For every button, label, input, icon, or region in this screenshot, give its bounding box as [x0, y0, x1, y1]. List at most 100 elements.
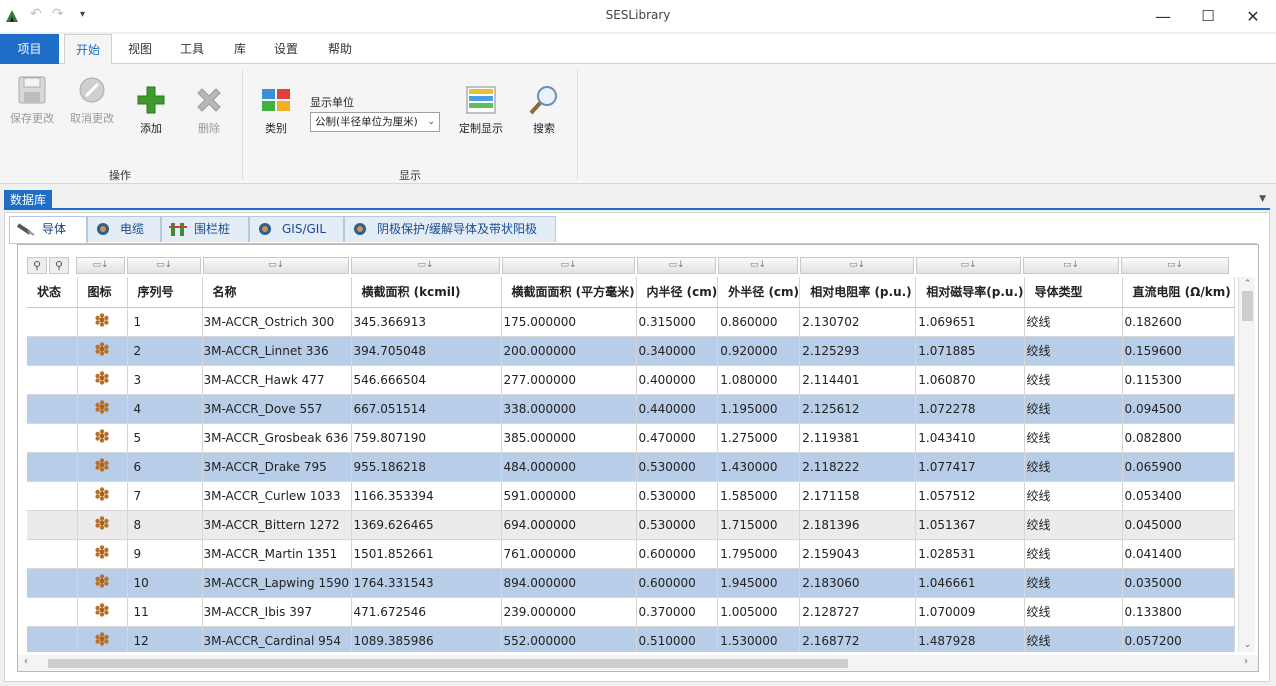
- cell-status[interactable]: [27, 597, 78, 627]
- cell-inner-radius[interactable]: 0.530000: [636, 452, 719, 482]
- cell-cross-section-kcmil[interactable]: 1501.852661: [351, 539, 502, 569]
- cell-relative-permeability[interactable]: 1.072278: [915, 394, 1025, 424]
- category-button[interactable]: 类别: [246, 84, 306, 136]
- cell-icon[interactable]: [77, 510, 128, 540]
- column-header-icon[interactable]: 图标: [77, 277, 128, 308]
- cell-dc-resistance[interactable]: 0.045000: [1122, 510, 1235, 540]
- column-header-name[interactable]: 名称: [202, 277, 352, 308]
- table-row[interactable]: 2 3M-ACCR_Linnet 336 394.705048 200.000000 0…: [27, 336, 1235, 366]
- cell-inner-radius[interactable]: 0.370000: [636, 597, 719, 627]
- cell-cross-section-kcmil[interactable]: 1764.331543: [351, 568, 502, 598]
- cell-cross-section-kcmil[interactable]: 1089.385986: [351, 626, 502, 652]
- table-row[interactable]: 1 3M-ACCR_Ostrich 300 345.366913 175.000000…: [27, 307, 1235, 337]
- table-row[interactable]: 4 3M-ACCR_Dove 557 667.051514 338.000000 0.4…: [27, 394, 1235, 424]
- cell-relative-resistivity[interactable]: 2.114401: [799, 365, 917, 395]
- column-filter-cell[interactable]: ▭↓: [637, 257, 716, 274]
- subtab-cable[interactable]: 电缆: [87, 216, 161, 242]
- cell-outer-radius[interactable]: 1.005000: [717, 597, 801, 627]
- cell-cross-section-mm2[interactable]: 175.000000: [501, 307, 637, 337]
- cell-outer-radius[interactable]: 1.530000: [717, 626, 801, 652]
- cell-inner-radius[interactable]: 0.530000: [636, 481, 719, 511]
- cell-name[interactable]: 3M-ACCR_Cardinal 954: [202, 626, 352, 652]
- cell-name[interactable]: 3M-ACCR_Grosbeak 636: [202, 423, 352, 453]
- cell-icon[interactable]: [77, 539, 128, 569]
- table-row[interactable]: 5 3M-ACCR_Grosbeak 636 759.807190 385.00000…: [27, 423, 1235, 453]
- cell-name[interactable]: 3M-ACCR_Curlew 1033: [202, 481, 352, 511]
- cell-status[interactable]: [27, 307, 78, 337]
- cell-conductor-type[interactable]: 绞线: [1024, 423, 1123, 453]
- cell-cross-section-kcmil[interactable]: 759.807190: [351, 423, 502, 453]
- cell-relative-resistivity[interactable]: 2.171158: [799, 481, 917, 511]
- cell-outer-radius[interactable]: 0.920000: [717, 336, 801, 366]
- cell-icon[interactable]: [77, 336, 128, 366]
- cell-name[interactable]: 3M-ACCR_Hawk 477: [202, 365, 352, 395]
- column-header-relative-resistivity[interactable]: 相对电阻率 (p.u.): [799, 277, 917, 308]
- cell-icon[interactable]: [77, 394, 128, 424]
- cell-cross-section-mm2[interactable]: 338.000000: [501, 394, 637, 424]
- cell-relative-resistivity[interactable]: 2.118222: [799, 452, 917, 482]
- cell-status[interactable]: [27, 539, 78, 569]
- cell-name[interactable]: 3M-ACCR_Martin 1351: [202, 539, 352, 569]
- cell-cross-section-kcmil[interactable]: 394.705048: [351, 336, 502, 366]
- cell-status[interactable]: [27, 510, 78, 540]
- delete-button[interactable]: 删除: [179, 84, 239, 136]
- cell-cross-section-mm2[interactable]: 894.000000: [501, 568, 637, 598]
- cell-relative-permeability[interactable]: 1.028531: [915, 539, 1025, 569]
- cell-cross-section-mm2[interactable]: 277.000000: [501, 365, 637, 395]
- cell-serial[interactable]: 5: [127, 423, 203, 453]
- cell-relative-resistivity[interactable]: 2.181396: [799, 510, 917, 540]
- table-row[interactable]: 8 3M-ACCR_Bittern 1272 1369.626465 694.0000…: [27, 510, 1235, 540]
- cell-name[interactable]: 3M-ACCR_Bittern 1272: [202, 510, 352, 540]
- cell-inner-radius[interactable]: 0.530000: [636, 510, 719, 540]
- scroll-down-icon[interactable]: ⌄: [1239, 640, 1256, 650]
- cell-outer-radius[interactable]: 1.585000: [717, 481, 801, 511]
- cell-conductor-type[interactable]: 绞线: [1024, 307, 1123, 337]
- add-button[interactable]: 添加: [121, 84, 181, 136]
- cell-name[interactable]: 3M-ACCR_Dove 557: [202, 394, 352, 424]
- cell-outer-radius[interactable]: 1.430000: [717, 452, 801, 482]
- column-filter-cell[interactable]: ▭↓: [76, 257, 125, 274]
- cell-status[interactable]: [27, 452, 78, 482]
- minimize-button[interactable]: —: [1140, 0, 1186, 32]
- cell-relative-permeability[interactable]: 1.046661: [915, 568, 1025, 598]
- cell-outer-radius[interactable]: 1.275000: [717, 423, 801, 453]
- panel-menu-chevron-icon[interactable]: ▼: [1259, 194, 1266, 204]
- cell-conductor-type[interactable]: 绞线: [1024, 481, 1123, 511]
- cancel-changes-button[interactable]: 取消更改: [62, 74, 122, 126]
- cell-outer-radius[interactable]: 1.795000: [717, 539, 801, 569]
- cell-cross-section-mm2[interactable]: 385.000000: [501, 423, 637, 453]
- column-filter-cell[interactable]: ▭↓: [718, 257, 798, 274]
- cell-relative-permeability[interactable]: 1.077417: [915, 452, 1025, 482]
- cell-serial[interactable]: 1: [127, 307, 203, 337]
- cell-conductor-type[interactable]: 绞线: [1024, 365, 1123, 395]
- cell-inner-radius[interactable]: 0.400000: [636, 365, 719, 395]
- column-filter-cell[interactable]: ▭↓: [916, 257, 1021, 274]
- cell-status[interactable]: [27, 481, 78, 511]
- close-button[interactable]: ✕: [1230, 0, 1276, 32]
- cell-conductor-type[interactable]: 绞线: [1024, 626, 1123, 652]
- cell-cross-section-kcmil[interactable]: 1166.353394: [351, 481, 502, 511]
- column-filter-cell[interactable]: ▭↓: [1121, 257, 1229, 274]
- cell-cross-section-kcmil[interactable]: 1369.626465: [351, 510, 502, 540]
- cell-relative-resistivity[interactable]: 2.125293: [799, 336, 917, 366]
- search-button[interactable]: 搜索: [514, 84, 574, 136]
- cell-dc-resistance[interactable]: 0.094500: [1122, 394, 1235, 424]
- cell-name[interactable]: 3M-ACCR_Ostrich 300: [202, 307, 352, 337]
- table-row[interactable]: 11 3M-ACCR_Ibis 397 471.672546 239.000000 0.…: [27, 597, 1235, 627]
- cell-name[interactable]: 3M-ACCR_Drake 795: [202, 452, 352, 482]
- cell-status[interactable]: [27, 394, 78, 424]
- custom-display-button[interactable]: 定制显示: [451, 84, 511, 136]
- cell-dc-resistance[interactable]: 0.035000: [1122, 568, 1235, 598]
- column-header-cross-section-kcmil[interactable]: 横截面积 (kcmil): [351, 277, 502, 308]
- cell-inner-radius[interactable]: 0.440000: [636, 394, 719, 424]
- save-changes-button[interactable]: 保存更改: [2, 74, 62, 126]
- tab-settings[interactable]: 设置: [264, 34, 308, 64]
- cell-inner-radius[interactable]: 0.600000: [636, 539, 719, 569]
- cell-relative-permeability[interactable]: 1.057512: [915, 481, 1025, 511]
- display-unit-dropdown[interactable]: 公制(半径单位为厘米) ⌄: [310, 112, 440, 132]
- horizontal-scroll-thumb[interactable]: [48, 659, 848, 668]
- cell-conductor-type[interactable]: 绞线: [1024, 394, 1123, 424]
- cell-icon[interactable]: [77, 452, 128, 482]
- cell-name[interactable]: 3M-ACCR_Ibis 397: [202, 597, 352, 627]
- cell-status[interactable]: [27, 365, 78, 395]
